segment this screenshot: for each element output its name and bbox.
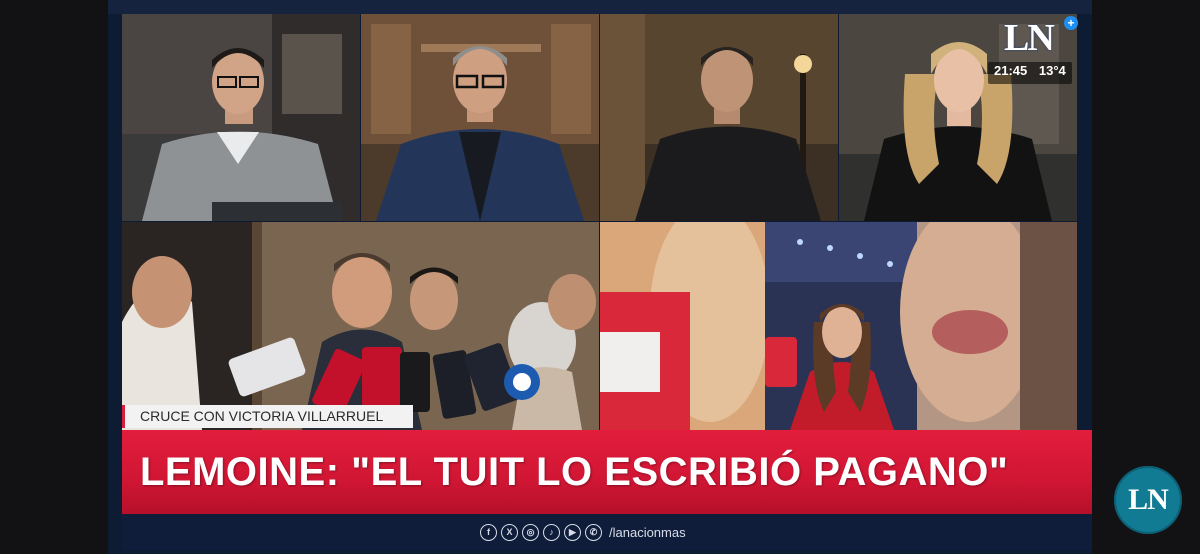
- clock-time: 21:45: [994, 63, 1028, 78]
- youtube-icon: ▶: [564, 523, 581, 541]
- video-tile-press-scrum: [122, 222, 599, 430]
- video-tile-panelist-3: [600, 14, 838, 221]
- video-tile-field-report: [600, 222, 1077, 430]
- kicker-accent: [122, 405, 125, 428]
- whatsapp-icon: ✆: [585, 523, 602, 541]
- corner-ln-badge: LN: [1114, 466, 1182, 534]
- video-tile-panelist-1: [122, 14, 360, 221]
- tiktok-icon: ♪: [543, 523, 560, 541]
- left-letterbox: [0, 0, 108, 554]
- social-links: f X ◎ ♪ ▶ ✆ /lanacionmas: [480, 522, 686, 542]
- broadcast-frame: LN + 21:45 13°4 CRUCE CON VICTORIA VILLA…: [108, 0, 1092, 554]
- video-tile-panelist-2: [361, 14, 599, 221]
- channel-logo: LN +: [994, 16, 1084, 60]
- channel-logo-text: LN: [1004, 17, 1055, 59]
- instagram-icon: ◎: [522, 523, 539, 541]
- social-footer: f X ◎ ♪ ▶ ✆ /lanacionmas: [122, 514, 1092, 550]
- headline: LEMOINE: "EL TUIT LO ESCRIBIÓ PAGANO": [140, 450, 1009, 494]
- corner-ln-badge-text: LN: [1128, 483, 1169, 516]
- social-handle: /lanacionmas: [609, 524, 686, 540]
- temperature: 13°4: [1038, 63, 1066, 78]
- headline-bar: LEMOINE: "EL TUIT LO ESCRIBIÓ PAGANO": [122, 430, 1092, 514]
- clock-temperature: 21:45 13°4: [988, 62, 1072, 84]
- facebook-icon: f: [480, 523, 497, 541]
- top-strip: [108, 0, 1092, 14]
- channel-logo-plus: +: [1064, 16, 1078, 30]
- x-icon: X: [501, 523, 518, 541]
- kicker-label: CRUCE CON VICTORIA VILLARRUEL: [122, 405, 413, 428]
